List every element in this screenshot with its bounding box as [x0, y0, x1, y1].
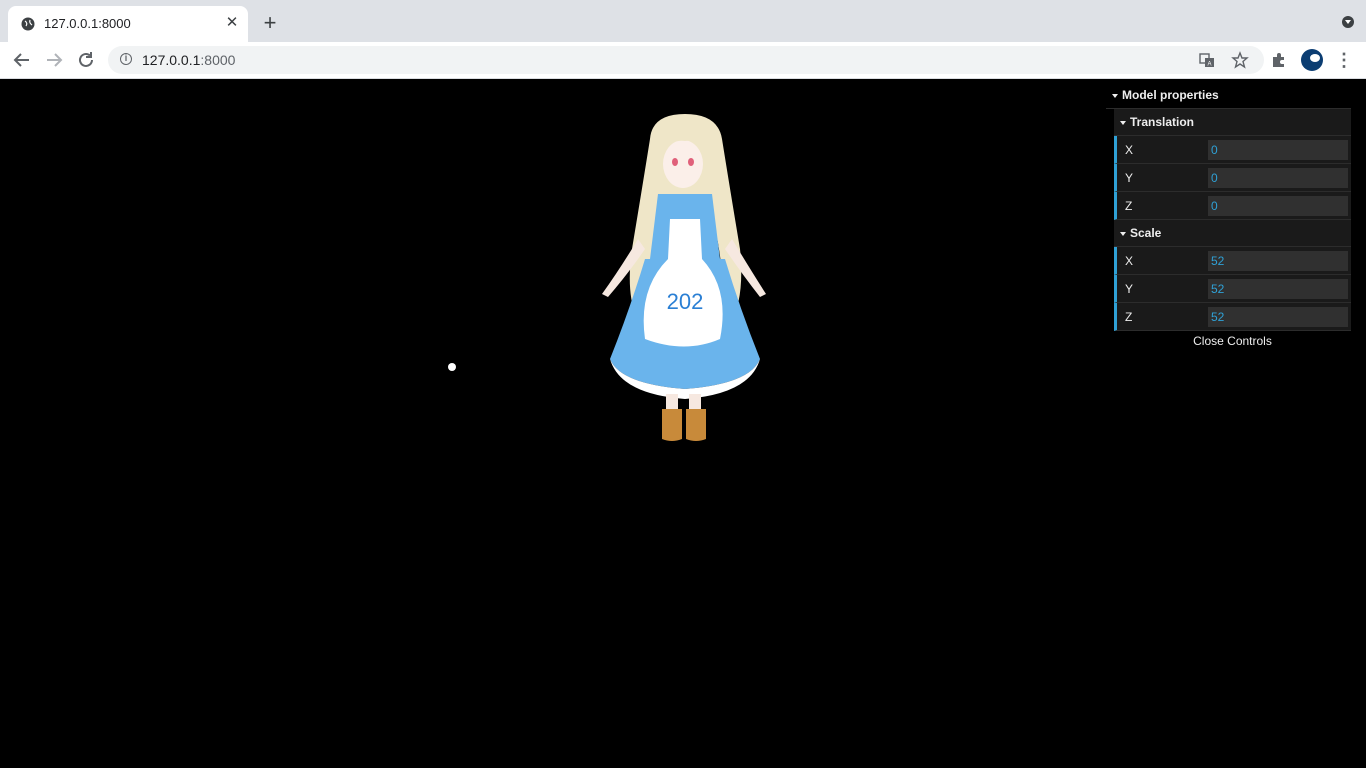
- folder-translation: Translation X 0 Y 0 Z 0: [1114, 109, 1351, 220]
- translation-x-input[interactable]: 0: [1208, 140, 1348, 160]
- property-label: Z: [1125, 310, 1133, 324]
- bookmark-star-icon[interactable]: [1231, 51, 1249, 69]
- folder-translation-title[interactable]: Translation: [1114, 109, 1351, 136]
- folder-scale-title[interactable]: Scale: [1114, 220, 1351, 247]
- tab-close-icon[interactable]: ✕: [224, 15, 240, 31]
- folder-title-label: Model properties: [1122, 88, 1219, 102]
- translation-y-input[interactable]: 0: [1208, 168, 1348, 188]
- scale-y-row: Y 52: [1114, 275, 1351, 303]
- property-label: Y: [1125, 171, 1134, 185]
- extensions-icon[interactable]: [1270, 51, 1288, 69]
- scale-z-row: Z 52: [1114, 303, 1351, 331]
- property-label: X: [1125, 254, 1134, 268]
- folder-model-properties[interactable]: Model properties: [1106, 82, 1351, 109]
- scale-x-row: X 52: [1114, 247, 1351, 275]
- close-controls-button[interactable]: Close Controls: [1114, 331, 1351, 351]
- more-menu-icon[interactable]: ⋮: [1334, 48, 1354, 72]
- scale-x-input[interactable]: 52: [1208, 251, 1348, 271]
- browser-toolbar: i 127.0.0.1:8000 A ⋮: [0, 42, 1366, 79]
- folder-scale: Scale X 52 Y 52 Z 52: [1114, 220, 1351, 331]
- property-label: Y: [1125, 282, 1134, 296]
- anime-model: 202: [602, 114, 766, 441]
- svg-text:A: A: [1208, 62, 1212, 68]
- new-tab-button[interactable]: +: [258, 12, 282, 36]
- forward-icon[interactable]: [42, 48, 66, 72]
- translation-z-row: Z 0: [1114, 192, 1351, 220]
- controls-panel: Model properties Translation X 0 Y 0 Z 0…: [1106, 82, 1351, 351]
- folder-title-label: Translation: [1130, 115, 1195, 129]
- profile-avatar[interactable]: [1301, 49, 1323, 71]
- url-host: 127.0.0.1: [142, 52, 201, 68]
- back-icon[interactable]: [10, 48, 34, 72]
- translate-icon[interactable]: A: [1198, 51, 1216, 69]
- caret-down-icon: [1120, 120, 1126, 125]
- globe-icon: [21, 17, 35, 31]
- scale-y-input[interactable]: 52: [1208, 279, 1348, 299]
- apron-number: 202: [667, 289, 704, 314]
- property-label: Z: [1125, 199, 1133, 213]
- tab-search-icon[interactable]: [1342, 16, 1354, 28]
- scale-z-input[interactable]: 52: [1208, 307, 1348, 327]
- url-port: :8000: [200, 52, 236, 68]
- info-icon[interactable]: i: [120, 53, 132, 65]
- browser-tab[interactable]: 127.0.0.1:8000 ✕: [8, 6, 248, 42]
- tab-title: 127.0.0.1:8000: [44, 16, 131, 31]
- address-bar[interactable]: i 127.0.0.1:8000 A: [108, 46, 1264, 74]
- render-canvas[interactable]: 202 Model properties Translation X 0 Y 0…: [0, 79, 1366, 768]
- translation-z-input[interactable]: 0: [1208, 196, 1348, 216]
- property-label: X: [1125, 143, 1134, 157]
- light-point: [448, 363, 456, 371]
- translation-y-row: Y 0: [1114, 164, 1351, 192]
- tab-strip: 127.0.0.1:8000 ✕ +: [0, 0, 1366, 42]
- translation-x-row: X 0: [1114, 136, 1351, 164]
- caret-down-icon: [1112, 93, 1118, 98]
- url-text[interactable]: 127.0.0.1:8000: [142, 52, 235, 68]
- caret-down-icon: [1120, 231, 1126, 236]
- folder-title-label: Scale: [1130, 226, 1162, 240]
- reload-icon[interactable]: [74, 48, 98, 72]
